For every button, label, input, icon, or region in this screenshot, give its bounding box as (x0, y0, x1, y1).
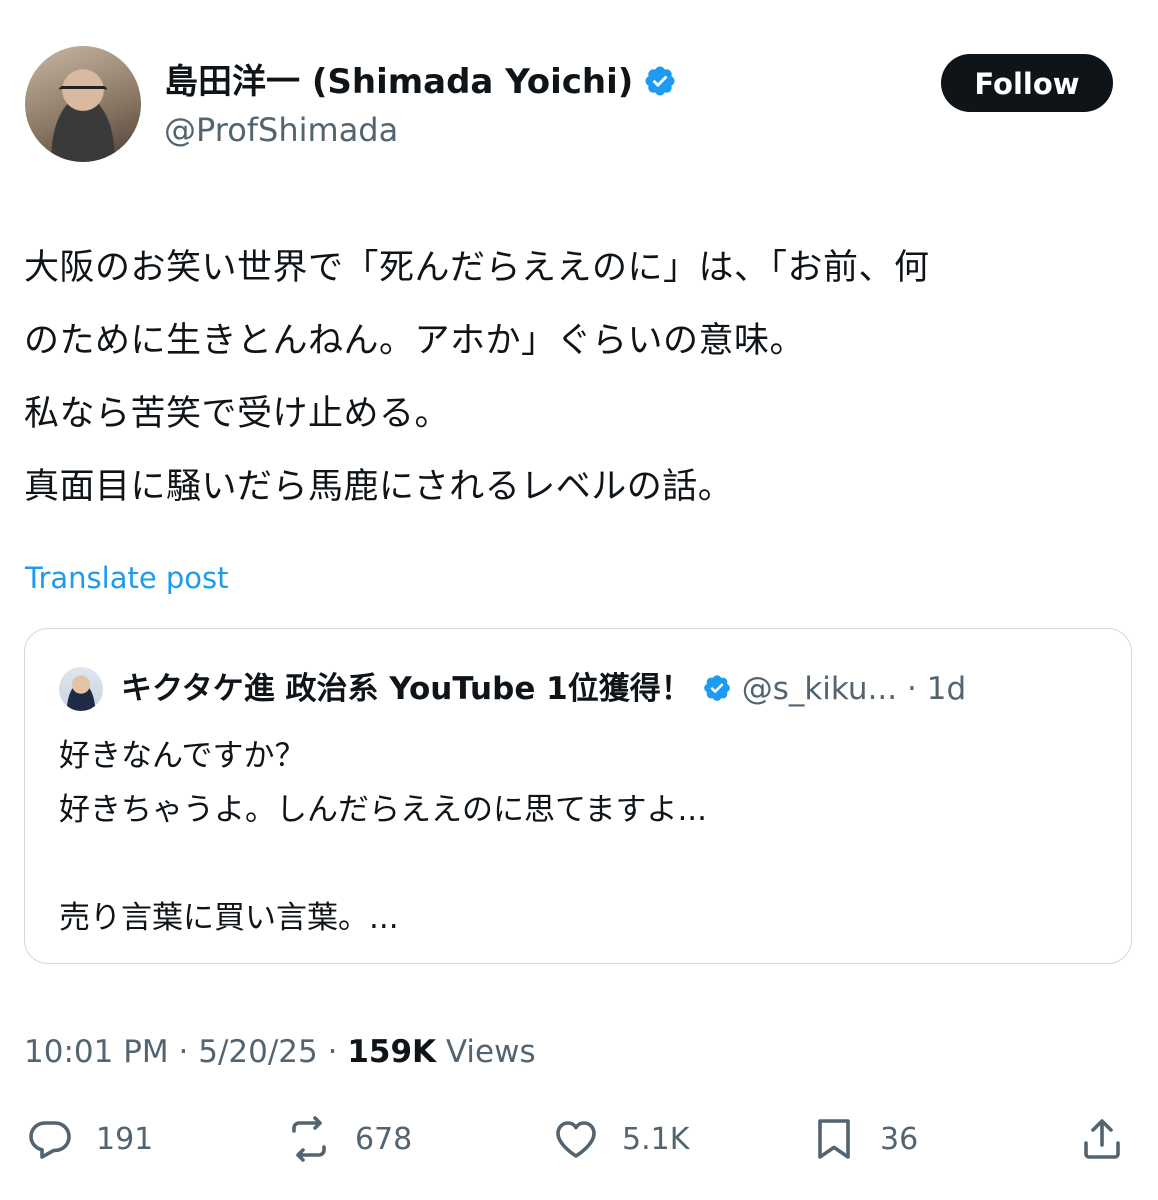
bookmark-icon (818, 1119, 850, 1159)
views-count: 159K (347, 1034, 437, 1070)
author-handle[interactable]: @ProfShimada (164, 110, 398, 150)
quoted-post-card[interactable]: キクタケ進 政治系 YouTube 1位獲得！ @s_kiku... · 1d … (24, 628, 1132, 964)
verified-badge-icon (645, 65, 675, 96)
post-text: 大阪のお笑い世界で「死んだらええのに」は、「お前、何 のために生きとんねん。アホ… (24, 248, 930, 507)
quoted-post-text: 好きなんですか？ 好きちゃうよ。しんだらええのに思てますよ... 売り言葉に買い… (59, 738, 708, 936)
bookmark-button[interactable]: 36 (810, 1114, 918, 1164)
avatar-glasses-detail (59, 86, 107, 103)
author-avatar[interactable] (25, 46, 141, 162)
like-button[interactable]: 5.1K (552, 1114, 689, 1164)
post-meta: 10:01 PM · 5/20/25 · 159K Views (24, 1030, 536, 1074)
share-button[interactable] (1078, 1114, 1148, 1164)
quoted-separator: · (907, 671, 917, 707)
post-time[interactable]: 10:01 PM (24, 1034, 169, 1070)
author-display-name[interactable]: 島田洋一 (Shimada Yoichi) (164, 62, 633, 102)
quoted-author-avatar (59, 667, 103, 711)
repost-button[interactable]: 678 (285, 1114, 412, 1164)
views-label: Views (445, 1034, 536, 1070)
heart-icon (556, 1121, 596, 1158)
reply-count: 191 (96, 1121, 154, 1157)
translate-post-link[interactable]: Translate post (25, 558, 229, 598)
quoted-timestamp: 1d (926, 671, 967, 707)
author-name-row[interactable]: 島田洋一 (Shimada Yoichi) (164, 60, 677, 104)
like-count: 5.1K (622, 1121, 690, 1157)
share-icon (1084, 1119, 1120, 1159)
repost-icon (292, 1116, 326, 1162)
quoted-verified-badge-icon (703, 674, 730, 701)
quoted-author-handle: @s_kiku... (741, 671, 898, 707)
quoted-post-header: キクタケ進 政治系 YouTube 1位獲得！ @s_kiku... · 1d (121, 667, 966, 711)
post-date[interactable]: 5/20/25 (198, 1034, 318, 1070)
quoted-author-name: キクタケ進 政治系 YouTube 1位獲得！ (121, 671, 692, 707)
meta-separator: · (327, 1034, 338, 1070)
repost-count: 678 (355, 1121, 413, 1157)
follow-button[interactable]: Follow (941, 54, 1113, 112)
reply-button[interactable]: 191 (26, 1114, 153, 1164)
bookmark-count: 36 (880, 1121, 919, 1157)
reply-icon (29, 1121, 71, 1159)
meta-separator: · (178, 1034, 189, 1070)
